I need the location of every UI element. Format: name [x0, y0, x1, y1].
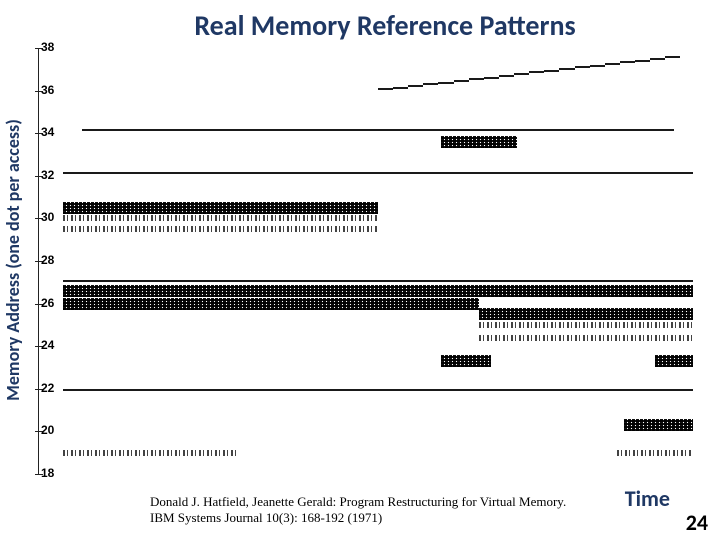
data-band: [650, 58, 665, 60]
data-band: [499, 75, 514, 77]
data-band: [529, 71, 544, 73]
y-tick: 38: [39, 48, 698, 49]
tick-label: 18: [41, 466, 54, 480]
y-axis-label-wrap: Memory Address (one dot per access): [0, 50, 28, 470]
data-band: [469, 78, 484, 80]
data-band: [635, 60, 650, 62]
y-tick: 28: [39, 261, 698, 262]
data-band: [479, 322, 693, 328]
data-band: [408, 85, 423, 87]
data-band: [63, 389, 693, 391]
data-band: [484, 77, 499, 79]
data-band: [605, 63, 620, 65]
data-band: [438, 82, 453, 84]
y-tick: 24: [39, 346, 698, 347]
y-tick: 18: [39, 474, 698, 475]
data-band: [63, 280, 693, 282]
data-band: [624, 419, 693, 431]
data-band: [617, 450, 693, 456]
data-band: [620, 61, 635, 63]
data-band: [479, 335, 693, 341]
citation-line-1: Donald J. Hatfield, Jeanette Gerald: Pro…: [150, 494, 566, 509]
tick-label: 28: [41, 253, 54, 267]
y-tick: 20: [39, 431, 698, 432]
data-band: [63, 450, 239, 456]
data-band: [575, 66, 590, 68]
tick-label: 20: [41, 423, 54, 437]
data-band: [82, 129, 674, 131]
data-band: [63, 285, 693, 297]
data-band: [393, 87, 408, 89]
tick-label: 34: [41, 125, 54, 139]
tick-label: 26: [41, 296, 54, 310]
tick-label: 22: [41, 381, 54, 395]
slide-title: Real Memory Reference Patterns: [0, 0, 720, 43]
data-band: [479, 308, 693, 320]
data-band: [63, 215, 378, 221]
y-tick: 34: [39, 133, 698, 134]
data-band: [63, 172, 693, 174]
data-band: [454, 80, 469, 82]
data-band: [665, 56, 680, 58]
citation-line-2: IBM Systems Journal 10(3): 168-192 (1971…: [150, 510, 382, 525]
tick-label: 30: [41, 210, 54, 224]
data-band: [590, 65, 605, 67]
y-tick: 32: [39, 176, 698, 177]
page-number: 24: [686, 509, 708, 536]
data-band: [63, 226, 378, 232]
data-band: [63, 202, 378, 214]
y-tick: 36: [39, 91, 698, 92]
citation: Donald J. Hatfield, Jeanette Gerald: Pro…: [150, 494, 610, 527]
data-band: [423, 83, 438, 85]
tick-label: 38: [41, 40, 54, 54]
data-band: [441, 136, 517, 148]
scatter-plot: 18 20 22 24 26 28 30 32 34 36 38: [38, 48, 698, 474]
data-band: [441, 355, 491, 367]
y-axis-label: Memory Address (one dot per access): [2, 119, 24, 401]
x-axis-label: Time: [625, 485, 670, 512]
data-band: [559, 68, 574, 70]
tick-label: 24: [41, 338, 54, 352]
data-band: [514, 73, 529, 75]
tick-label: 32: [41, 168, 54, 182]
data-band: [544, 70, 559, 72]
data-band: [655, 355, 693, 367]
data-band: [63, 298, 479, 310]
data-band: [378, 88, 393, 90]
tick-label: 36: [41, 83, 54, 97]
